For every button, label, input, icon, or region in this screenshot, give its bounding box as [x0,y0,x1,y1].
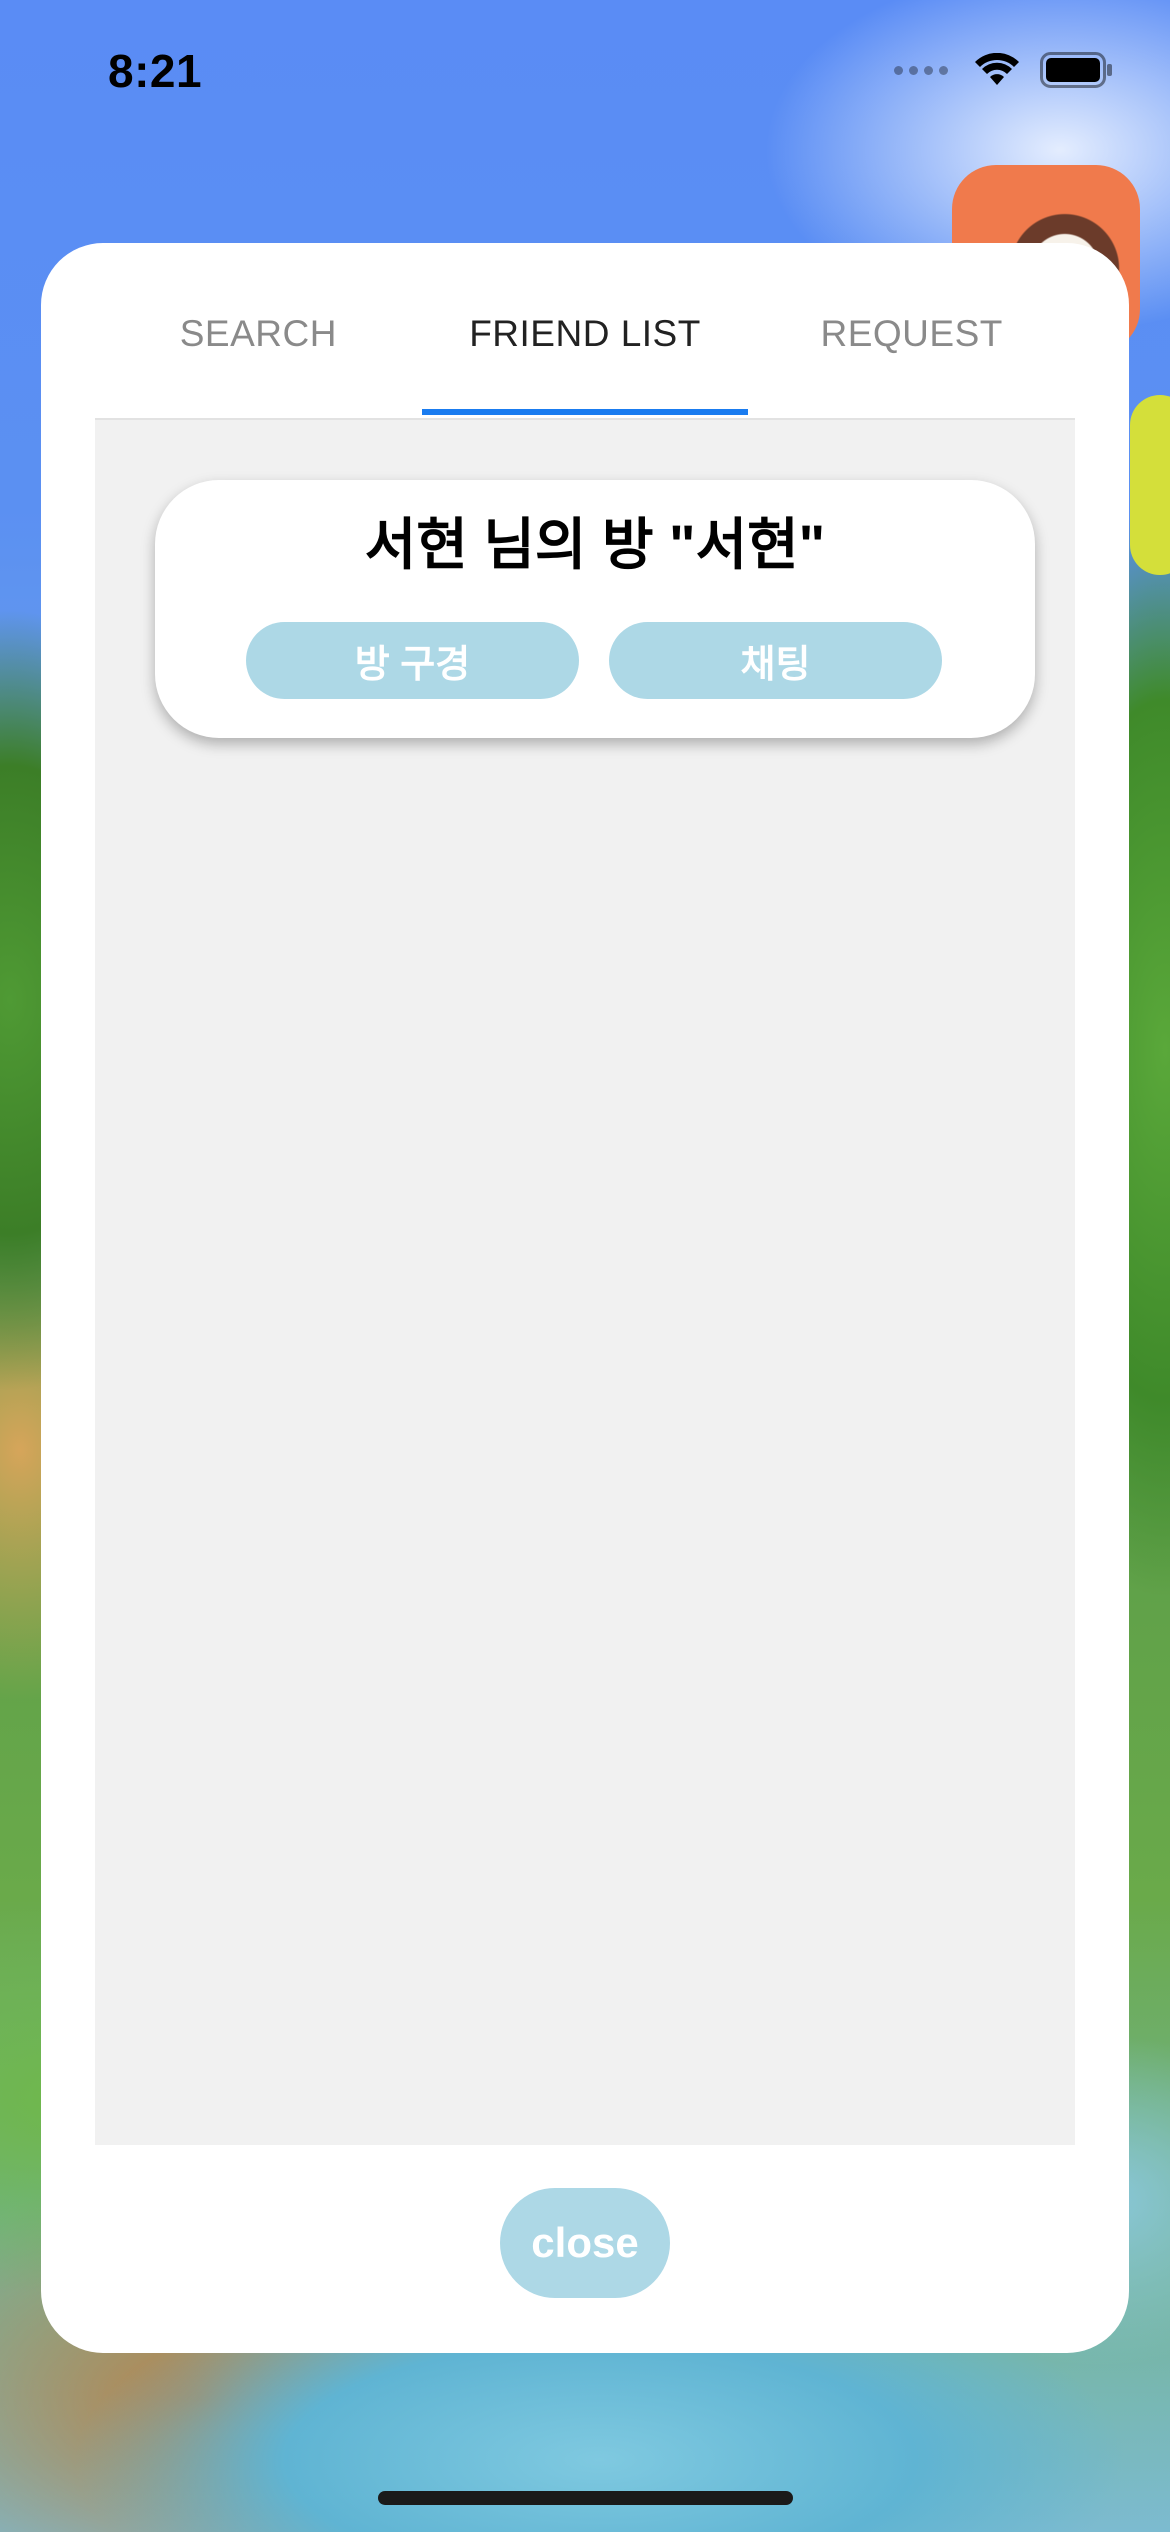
close-button[interactable]: close [500,2188,670,2298]
wifi-icon [975,53,1019,85]
tab-bar: SEARCH FRIEND LIST REQUEST [95,243,1075,415]
visit-room-button[interactable]: 방 구경 [246,622,579,699]
friend-list[interactable]: 서현 님의 방 "서현" 방 구경 채팅 [95,418,1075,2145]
friend-card: 서현 님의 방 "서현" 방 구경 채팅 [155,480,1035,738]
tab-search[interactable]: SEARCH [95,243,422,415]
chat-button[interactable]: 채팅 [609,622,942,699]
battery-icon [1040,52,1112,88]
status-time: 8:21 [108,45,203,97]
tab-friend-list[interactable]: FRIEND LIST [421,243,749,415]
friend-room-title: 서현 님의 방 "서현" [364,513,826,576]
cellular-signal-icon [894,65,948,75]
friends-modal: SEARCH FRIEND LIST REQUEST 서현 님의 방 "서현" … [41,243,1129,2353]
home-indicator[interactable] [378,2491,793,2505]
status-indicators [894,52,1114,88]
background-yellow-shape [1130,395,1170,575]
tab-request[interactable]: REQUEST [748,243,1075,415]
